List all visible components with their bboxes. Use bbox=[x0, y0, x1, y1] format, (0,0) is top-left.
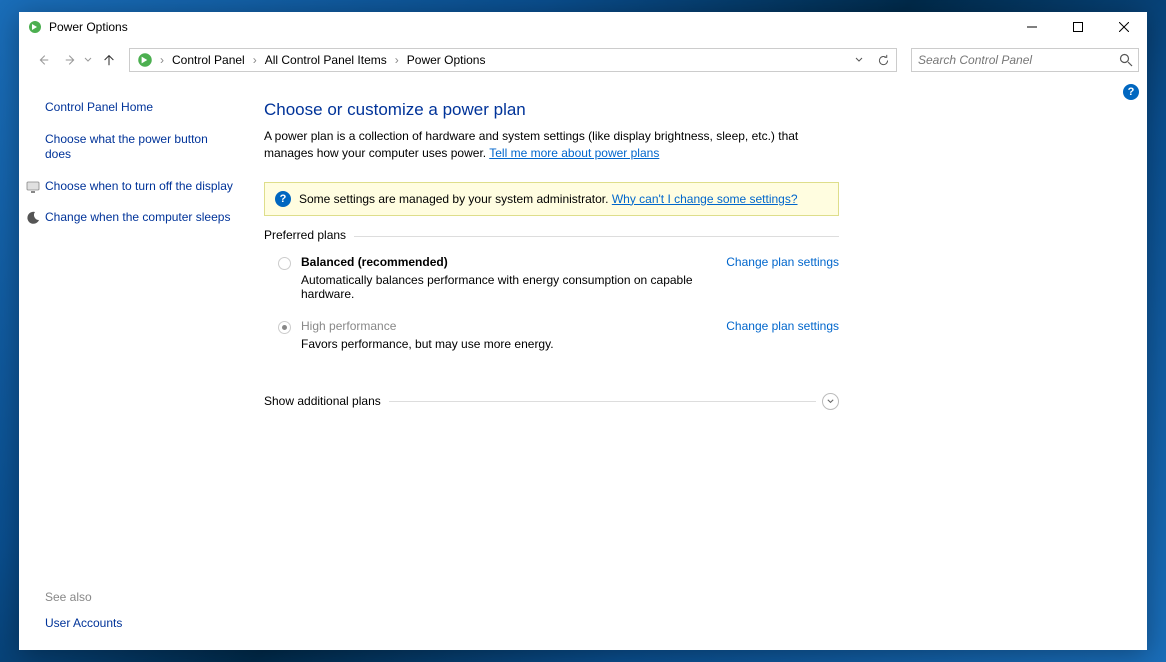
why-cant-change-link[interactable]: Why can't I change some settings? bbox=[612, 192, 798, 206]
main-panel: Choose or customize a power plan A power… bbox=[244, 78, 1147, 650]
plan-balanced: Balanced (recommended) Automatically bal… bbox=[278, 255, 839, 301]
crumb-power-options[interactable]: Power Options bbox=[401, 49, 492, 71]
help-icon[interactable]: ? bbox=[1123, 84, 1139, 100]
sidebar-user-accounts-link[interactable]: User Accounts bbox=[45, 616, 234, 632]
titlebar: Power Options bbox=[19, 12, 1147, 42]
change-plan-settings-link[interactable]: Change plan settings bbox=[726, 319, 839, 333]
address-dropdown[interactable] bbox=[848, 49, 870, 71]
window-controls bbox=[1009, 12, 1147, 42]
search-input[interactable] bbox=[916, 52, 1118, 68]
plan-description: Automatically balances performance with … bbox=[301, 273, 706, 301]
plan-high-performance: High performance Favors performance, but… bbox=[278, 319, 839, 351]
sidebar: Control Panel Home Choose what the power… bbox=[19, 78, 244, 650]
search-box[interactable] bbox=[911, 48, 1139, 72]
chevron-right-icon: › bbox=[393, 53, 401, 67]
change-plan-settings-link[interactable]: Change plan settings bbox=[726, 255, 839, 269]
sidebar-item-label: Choose when to turn off the display bbox=[45, 179, 233, 193]
warning-text: Some settings are managed by your system… bbox=[299, 192, 798, 206]
power-options-icon bbox=[27, 19, 43, 35]
crumb-all-items[interactable]: All Control Panel Items bbox=[259, 49, 393, 71]
plan-balanced-radio[interactable] bbox=[278, 257, 291, 270]
plan-name: High performance bbox=[301, 319, 706, 333]
location-icon bbox=[136, 51, 154, 69]
maximize-button[interactable] bbox=[1055, 12, 1101, 42]
address-bar[interactable]: › Control Panel › All Control Panel Item… bbox=[129, 48, 897, 72]
refresh-button[interactable] bbox=[872, 49, 894, 71]
info-icon: ? bbox=[275, 191, 291, 207]
chevron-right-icon: › bbox=[158, 53, 166, 67]
plan-name: Balanced (recommended) bbox=[301, 255, 706, 269]
forward-button[interactable] bbox=[59, 48, 83, 72]
minimize-button[interactable] bbox=[1009, 12, 1055, 42]
plan-high-performance-radio[interactable] bbox=[278, 321, 291, 334]
chevron-right-icon: › bbox=[251, 53, 259, 67]
up-button[interactable] bbox=[97, 48, 121, 72]
additional-plans-toggle[interactable]: Show additional plans bbox=[264, 393, 839, 410]
breadcrumb: Control Panel › All Control Panel Items … bbox=[166, 49, 848, 71]
preferred-plans-group: Preferred plans Balanced (recommended) A… bbox=[264, 236, 839, 379]
sidebar-item-label: Change when the computer sleeps bbox=[45, 210, 230, 224]
plan-description: Favors performance, but may use more ene… bbox=[301, 337, 706, 351]
search-icon[interactable] bbox=[1118, 52, 1134, 68]
preferred-plans-label: Preferred plans bbox=[264, 228, 354, 242]
sidebar-power-button-link[interactable]: Choose what the power button does bbox=[45, 132, 234, 163]
see-also-heading: See also bbox=[45, 590, 234, 604]
page-description: A power plan is a collection of hardware… bbox=[264, 128, 804, 162]
window-title: Power Options bbox=[49, 20, 1009, 34]
learn-more-link[interactable]: Tell me more about power plans bbox=[489, 146, 659, 160]
crumb-control-panel[interactable]: Control Panel bbox=[166, 49, 251, 71]
power-options-window: Power Options bbox=[19, 12, 1147, 650]
close-button[interactable] bbox=[1101, 12, 1147, 42]
monitor-icon bbox=[25, 179, 41, 195]
navbar: › Control Panel › All Control Panel Item… bbox=[19, 42, 1147, 78]
additional-plans-label: Show additional plans bbox=[264, 394, 389, 408]
chevron-down-icon[interactable] bbox=[822, 393, 839, 410]
sidebar-display-off-link[interactable]: Choose when to turn off the display bbox=[45, 179, 234, 195]
sidebar-home-link[interactable]: Control Panel Home bbox=[45, 100, 234, 116]
content: ? Control Panel Home Choose what the pow… bbox=[19, 78, 1147, 650]
sidebar-sleep-link[interactable]: Change when the computer sleeps bbox=[45, 210, 234, 226]
moon-icon bbox=[25, 210, 41, 226]
back-button[interactable] bbox=[31, 48, 55, 72]
page-title: Choose or customize a power plan bbox=[264, 100, 1107, 120]
history-dropdown[interactable] bbox=[83, 48, 93, 72]
admin-warning: ? Some settings are managed by your syst… bbox=[264, 182, 839, 216]
